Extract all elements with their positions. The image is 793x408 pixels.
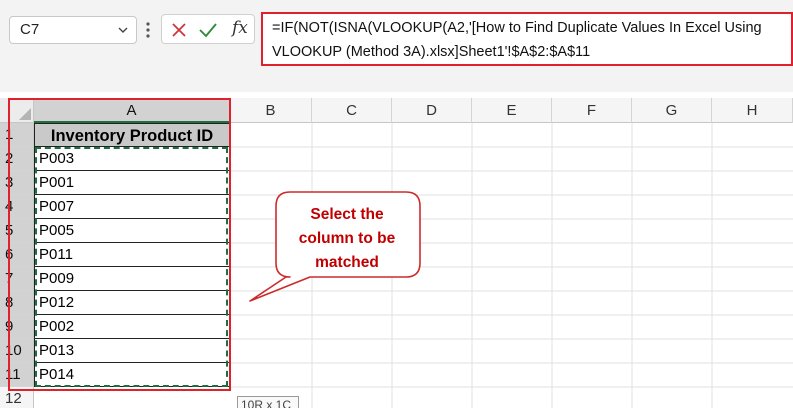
formula-line-1: =IF(NOT(ISNA(VLOOKUP(A2,'[How to Find Du… <box>272 20 762 36</box>
formula-input[interactable]: =IF(NOT(ISNA(VLOOKUP(A2,'[How to Find Du… <box>261 12 793 66</box>
cell-a7[interactable]: P009 <box>34 267 230 291</box>
column-header-h[interactable]: H <box>712 98 793 123</box>
cell-a3[interactable]: P001 <box>34 171 230 195</box>
cell-a11[interactable]: P014 <box>34 363 230 387</box>
row-header-11[interactable]: 11 <box>0 363 34 387</box>
cell-a9[interactable]: P002 <box>34 315 230 339</box>
formula-line-2: VLOOKUP (Method 3A).xlsx]Sheet1'!$A$2:$A… <box>272 44 591 60</box>
row-header-3[interactable]: 3 <box>0 171 34 195</box>
row-header-7[interactable]: 7 <box>0 267 34 291</box>
selection-size-tooltip: 10R x 1C <box>237 396 299 408</box>
cancel-icon[interactable] <box>170 21 188 39</box>
cell-a1-header[interactable]: Inventory Product ID <box>34 123 230 147</box>
more-options-icon[interactable] <box>145 20 151 40</box>
insert-function-icon[interactable]: fx <box>232 18 248 38</box>
cell-a2[interactable]: P003 <box>34 147 230 171</box>
column-header-e[interactable]: E <box>472 98 552 123</box>
enter-check-icon[interactable] <box>198 21 218 39</box>
callout-line-3: matched <box>315 254 379 271</box>
chevron-down-icon[interactable] <box>117 24 129 36</box>
row-header-8[interactable]: 8 <box>0 291 34 315</box>
row-header-10[interactable]: 10 <box>0 339 34 363</box>
column-header-f[interactable]: F <box>552 98 632 123</box>
row-header-6[interactable]: 6 <box>0 243 34 267</box>
callout-line-1: Select the <box>310 206 384 223</box>
cell-a5[interactable]: P005 <box>34 219 230 243</box>
column-header-g[interactable]: G <box>632 98 712 123</box>
column-header-d[interactable]: D <box>392 98 472 123</box>
row-header-1[interactable]: 1 <box>0 123 34 147</box>
select-all-button[interactable] <box>0 98 34 123</box>
cell-a4[interactable]: P007 <box>34 195 230 219</box>
row-header-9[interactable]: 9 <box>0 315 34 339</box>
row-header-4[interactable]: 4 <box>0 195 34 219</box>
cell-a10[interactable]: P013 <box>34 339 230 363</box>
name-box-value: C7 <box>20 21 40 38</box>
callout-text: Select the column to be matched <box>276 203 418 275</box>
column-header-a[interactable]: A <box>34 98 230 123</box>
cell-a6[interactable]: P011 <box>34 243 230 267</box>
callout-line-2: column to be <box>298 230 396 247</box>
row-header-2[interactable]: 2 <box>0 147 34 171</box>
row-header-12[interactable]: 12 <box>0 387 34 408</box>
name-box[interactable]: C7 <box>9 16 137 44</box>
column-header-c[interactable]: C <box>312 98 392 123</box>
column-header-b[interactable]: B <box>230 98 312 123</box>
select-all-triangle-icon <box>19 108 31 120</box>
row-header-5[interactable]: 5 <box>0 219 34 243</box>
formula-actions: fx <box>161 14 255 44</box>
cell-a8[interactable]: P012 <box>34 291 230 315</box>
